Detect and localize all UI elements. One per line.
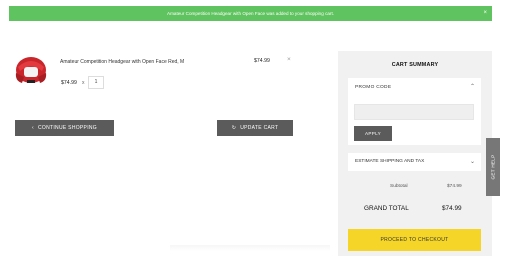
refresh-icon: ↻: [231, 125, 237, 131]
promo-code-section: PROMO CODE ⌃ APPLY: [348, 78, 481, 145]
continue-shopping-label: CONTINUE SHOPPING: [37, 125, 97, 131]
subtotal-value: $74.99: [447, 184, 462, 189]
continue-shopping-button[interactable]: ‹ CONTINUE SHOPPING: [15, 120, 114, 136]
promo-code-input[interactable]: [354, 104, 474, 120]
divider: [170, 245, 330, 251]
chevron-left-icon: ‹: [32, 125, 34, 131]
cart-summary-panel: CART SUMMARY PROMO CODE ⌃ APPLY ESTIMATE…: [338, 51, 492, 256]
multiply-sign: x: [82, 80, 85, 86]
get-help-tab[interactable]: GET HELP: [486, 138, 500, 196]
cart-page: Amateur Competition Headgear with Open F…: [0, 0, 508, 262]
cart-summary-title: CART SUMMARY: [391, 62, 439, 68]
shipping-tax-section[interactable]: ESTIMATE SHIPPING AND TAX ⌄: [348, 153, 481, 171]
added-to-cart-notice: Amateur Competition Headgear with Open F…: [9, 6, 492, 21]
proceed-to-checkout-button[interactable]: PROCEED TO CHECKOUT: [348, 229, 481, 251]
subtotal-label: Subtotal: [390, 184, 408, 189]
red-headgear-icon[interactable]: [12, 53, 50, 87]
update-cart-label: UPDATE CART: [240, 125, 279, 131]
notice-message: Amateur Competition Headgear with Open F…: [167, 11, 334, 16]
grand-total-value: $74.99: [442, 205, 462, 212]
shipping-tax-label: ESTIMATE SHIPPING AND TAX: [355, 159, 425, 164]
chevron-down-icon: ⌄: [469, 159, 475, 165]
chevron-up-icon[interactable]: ⌃: [470, 83, 475, 90]
line-total: $74.99: [254, 58, 270, 64]
grand-total-label: GRAND TOTAL: [364, 205, 409, 212]
apply-button[interactable]: APPLY: [354, 126, 392, 141]
quantity-input[interactable]: 1: [88, 76, 104, 89]
close-icon[interactable]: ×: [483, 6, 487, 21]
update-cart-button[interactable]: ↻ UPDATE CART: [217, 120, 293, 136]
promo-code-toggle[interactable]: PROMO CODE: [355, 85, 391, 90]
remove-item-icon[interactable]: ×: [287, 56, 291, 63]
get-help-label: GET HELP: [490, 154, 496, 180]
unit-price: $74.99: [61, 80, 77, 86]
product-name-link[interactable]: Amateur Competition Headgear with Open F…: [60, 58, 210, 66]
